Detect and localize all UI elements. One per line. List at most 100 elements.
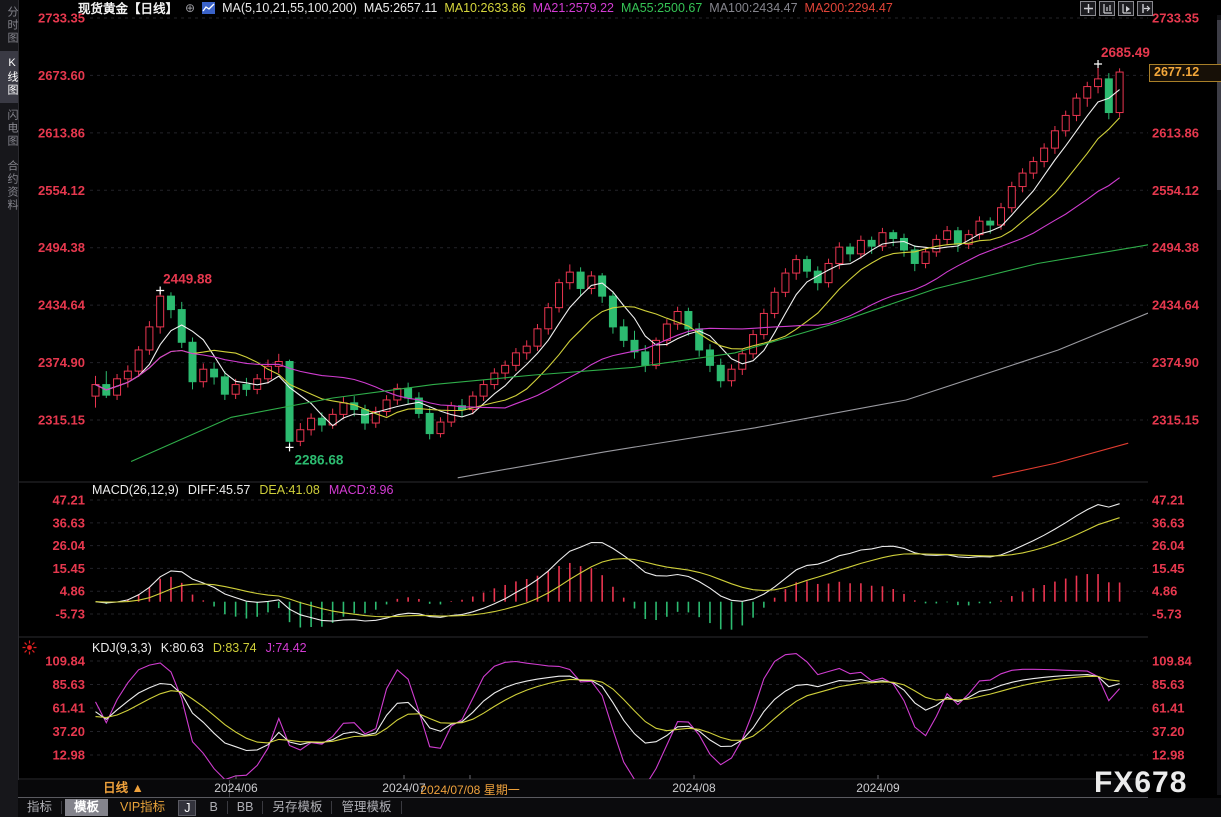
axis-tick-label: -5.73 xyxy=(55,607,85,622)
axis-tick-label: 2315.15 xyxy=(1152,413,1199,428)
candle-body xyxy=(502,365,509,373)
sidebar-item-timeline[interactable]: 分时图 xyxy=(0,0,18,51)
ma5-value: MA5:2657.11 xyxy=(364,1,437,15)
candle-body xyxy=(286,362,293,442)
vertical-scrollbar[interactable] xyxy=(1217,15,1221,795)
bottom-tab-5[interactable]: B xyxy=(200,799,226,816)
candle-body xyxy=(534,329,541,346)
scrollbar-thumb[interactable] xyxy=(1217,20,1221,190)
bottom-tab-6[interactable]: BB xyxy=(228,799,263,816)
candle-body xyxy=(1073,98,1080,115)
candle-body xyxy=(890,233,897,239)
sidebar-item-candlestick[interactable]: K线图 xyxy=(0,51,18,103)
candle-body xyxy=(480,385,487,397)
period-selector[interactable]: 日线 ▲ xyxy=(18,780,230,797)
candle-body xyxy=(1041,148,1048,161)
candle-body xyxy=(1051,131,1058,148)
axis-tick-label: 37.20 xyxy=(52,724,85,739)
candle-body xyxy=(512,353,519,365)
bottom-tab-3[interactable]: VIP指标 xyxy=(111,799,174,816)
candle-body xyxy=(135,350,142,371)
ma10-value: MA10:2633.86 xyxy=(444,1,525,15)
axis-tick-label: 2554.12 xyxy=(1152,183,1199,198)
candle-body xyxy=(124,371,131,379)
axis-tick-label: 2494.38 xyxy=(38,240,85,255)
axis-tick-label: 47.21 xyxy=(52,493,85,508)
trading-app-window: 2449.882286.682685.492733.352733.352673.… xyxy=(0,0,1221,817)
candle-body xyxy=(1095,79,1102,87)
shift-right-icon[interactable] xyxy=(1137,1,1153,16)
macd-diff-value: DIFF:45.57 xyxy=(188,483,251,497)
ma55-value: MA55:2500.67 xyxy=(621,1,702,15)
ma200-value: MA200:2294.47 xyxy=(805,1,893,15)
circle-plus-icon[interactable]: ⊕ xyxy=(185,1,195,15)
crosshair-icon[interactable] xyxy=(1080,1,1096,16)
sidebar-item-flash[interactable]: 闪电图 xyxy=(0,103,18,154)
candle-body xyxy=(642,352,649,365)
axis-tick-label: 2374.90 xyxy=(1152,355,1199,370)
axis-tick-label: 37.20 xyxy=(1152,724,1185,739)
axis-tick-label: 12.98 xyxy=(52,748,85,763)
axis-tick-label: 85.63 xyxy=(1152,677,1185,692)
macd-hist-value: MACD:8.96 xyxy=(329,483,394,497)
candle-body xyxy=(944,231,951,240)
candle-body xyxy=(803,260,810,272)
candle-body xyxy=(426,413,433,433)
sidebar-item-contract-info[interactable]: 合约资料 xyxy=(0,154,18,218)
axis-tick-label: 61.41 xyxy=(52,701,85,716)
candle-body xyxy=(297,430,304,442)
date-label: 2024/06 xyxy=(214,781,257,795)
tab-separator xyxy=(401,801,402,814)
kdj-k-value: K:80.63 xyxy=(161,641,204,655)
bottom-tab-8[interactable]: 管理模板 xyxy=(332,799,400,816)
candle-body xyxy=(523,346,530,353)
axis-tick-label: -5.73 xyxy=(1152,607,1182,622)
axis-tick-label: 85.63 xyxy=(52,677,85,692)
indicator-alert-icon[interactable] xyxy=(22,640,37,660)
bottom-tab-4[interactable]: J xyxy=(178,800,196,816)
bottom-tab-2[interactable]: 模板 xyxy=(65,799,108,816)
candle-body xyxy=(221,377,228,394)
chart-canvas[interactable]: 2449.882286.682685.492733.352733.352673.… xyxy=(0,0,1221,817)
candle-body xyxy=(739,354,746,369)
candle-body xyxy=(577,272,584,288)
axis-tick-label: 61.41 xyxy=(1152,701,1185,716)
date-axis: 日线 ▲ 2024/062024/072024/07/08 星期一2024/08… xyxy=(18,780,1148,798)
candle-body xyxy=(922,252,929,264)
axis-tick-label: 2434.64 xyxy=(38,298,86,313)
ma100-value: MA100:2434.47 xyxy=(709,1,797,15)
last-price-tag: 2677.12 xyxy=(1149,64,1221,82)
scale-axis-icon[interactable] xyxy=(1099,1,1115,16)
candle-body xyxy=(954,231,961,244)
date-label: 2024/09 xyxy=(856,781,899,795)
candle-body xyxy=(1030,162,1037,174)
ma-settings-label[interactable]: MA(5,10,21,55,100,200) xyxy=(222,1,357,15)
candle-body xyxy=(782,273,789,292)
candle-body xyxy=(437,422,444,434)
axis-tick-label: 2673.60 xyxy=(38,68,85,83)
candle-body xyxy=(825,263,832,282)
candle-body xyxy=(232,385,239,395)
candle-body xyxy=(717,365,724,380)
chart-header: 现货黄金【日线】 ⊕ MA(5,10,21,55,100,200) MA5:26… xyxy=(78,0,893,15)
kdj-d-value: D:83.74 xyxy=(213,641,257,655)
axis-tick-label: 15.45 xyxy=(52,561,85,576)
instrument-title: 现货黄金【日线】 xyxy=(78,0,178,17)
playback-icon[interactable] xyxy=(1118,1,1134,16)
candle-body xyxy=(1062,115,1069,130)
axis-tick-label: 2613.86 xyxy=(38,125,85,140)
axis-tick-label: 15.45 xyxy=(1152,561,1185,576)
axis-tick-label: 2434.64 xyxy=(1152,298,1200,313)
candle-body xyxy=(318,418,325,425)
mini-chart-icon[interactable] xyxy=(202,2,215,14)
bottom-tab-7[interactable]: 另存模板 xyxy=(263,799,331,816)
macd-name[interactable]: MACD(26,12,9) xyxy=(92,483,179,497)
kdj-name[interactable]: KDJ(9,3,3) xyxy=(92,641,152,655)
bottom-tab-1[interactable]: 指标 xyxy=(18,799,61,816)
candle-body xyxy=(1008,187,1015,208)
price-annotation: 2286.68 xyxy=(295,452,344,467)
macd-legend: MACD(26,12,9) DIFF:45.57 DEA:41.08 MACD:… xyxy=(92,483,393,497)
candle-body xyxy=(663,324,670,340)
axis-tick-label: 2733.35 xyxy=(1152,11,1199,26)
candle-body xyxy=(1019,173,1026,186)
